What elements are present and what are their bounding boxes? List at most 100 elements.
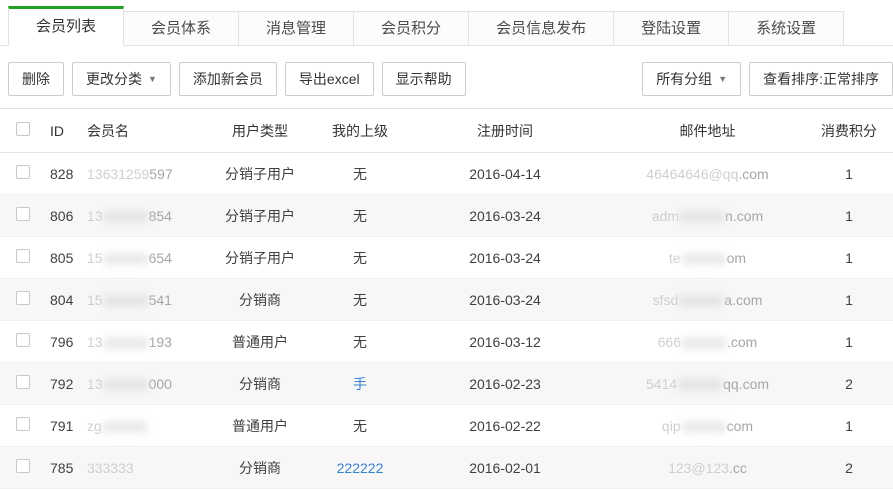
email-visible-end: .cc: [729, 460, 747, 476]
member-name-visible-end: 854: [149, 208, 172, 224]
toolbar: 删除更改分类▼ 添加新会员 导出excel 显示帮助 所有分组▼查看排序:正常排序: [0, 46, 893, 108]
cell-user-type: 普通用户: [200, 321, 320, 363]
header-id: ID: [45, 109, 85, 153]
table-row: 791 zg 普通用户 无 2016-02-22 qipcom 1: [0, 405, 893, 447]
redacted-name-blur: [104, 253, 148, 265]
member-name-visible-end: 193: [149, 334, 172, 350]
show-help-button[interactable]: 显示帮助: [382, 62, 466, 96]
tab-member-points[interactable]: 会员积分: [354, 11, 469, 46]
select-all-checkbox[interactable]: [16, 122, 30, 136]
member-name-visible-end: 000: [149, 376, 172, 392]
redacted-name-blur: [103, 421, 147, 433]
email-visible-end: n.com: [725, 208, 763, 224]
email-visible-start: 123@123: [668, 460, 729, 476]
row-checkbox[interactable]: [16, 375, 30, 389]
row-checkbox[interactable]: [16, 291, 30, 305]
email-visible-end: a.com: [724, 292, 762, 308]
all-groups-dropdown[interactable]: 所有分组▼: [642, 62, 741, 96]
cell-upline[interactable]: 手: [320, 363, 400, 405]
cell-upline: 无: [320, 321, 400, 363]
add-member-button[interactable]: 添加新会员: [179, 62, 277, 96]
member-name-visible-start: zg: [87, 418, 102, 434]
cell-upline: 无: [320, 195, 400, 237]
tab-login-settings[interactable]: 登陆设置: [614, 11, 729, 46]
cell-upline: 无: [320, 405, 400, 447]
tab-member-list[interactable]: 会员列表: [8, 6, 124, 46]
member-name-visible-start: 15: [87, 292, 103, 308]
tab-label: 会员信息发布: [496, 20, 586, 37]
member-name-visible-start: 15: [87, 250, 103, 266]
cell-reg-date: 2016-02-22: [400, 405, 610, 447]
button-label: 导出excel: [299, 71, 360, 87]
cell-points: 2: [805, 363, 893, 405]
cell-id: 828: [45, 153, 85, 195]
cell-reg-date: 2016-03-24: [400, 237, 610, 279]
header-email: 邮件地址: [610, 109, 805, 153]
table-row: 785 333333 分销商 222222 2016-02-01 123@123…: [0, 447, 893, 489]
cell-email: admn.com: [610, 195, 805, 237]
cell-member-name: 13000: [85, 363, 200, 405]
cell-email: 666.com: [610, 321, 805, 363]
row-checkbox[interactable]: [16, 459, 30, 473]
table-row: 828 13631259597 分销子用户 无 2016-04-14 46464…: [0, 153, 893, 195]
email-visible-end: .com: [738, 166, 768, 182]
email-visible-start: sfsd: [653, 292, 679, 308]
cell-member-name: 333333: [85, 447, 200, 489]
member-name-visible-start: 13: [87, 334, 103, 350]
cell-member-name: 13631259597: [85, 153, 200, 195]
cell-id: 792: [45, 363, 85, 405]
row-checkbox[interactable]: [16, 333, 30, 347]
redacted-name-blur: [104, 211, 148, 223]
delete-button[interactable]: 删除: [8, 62, 64, 96]
cell-user-type: 普通用户: [200, 405, 320, 447]
member-name-visible-end: 654: [149, 250, 172, 266]
row-checkbox[interactable]: [16, 165, 30, 179]
header-reg-date: 注册时间: [400, 109, 610, 153]
tab-member-system[interactable]: 会员体系: [124, 11, 239, 46]
tab-member-info-publish[interactable]: 会员信息发布: [469, 11, 614, 46]
tab-label: 会员积分: [381, 20, 441, 37]
cell-upline: 无: [320, 153, 400, 195]
cell-user-type: 分销子用户: [200, 237, 320, 279]
table-row: 796 13193 普通用户 无 2016-03-12 666.com 1: [0, 321, 893, 363]
cell-upline: 无: [320, 279, 400, 321]
cell-id: 804: [45, 279, 85, 321]
tab-label: 登陆设置: [641, 20, 701, 37]
cell-reg-date: 2016-04-14: [400, 153, 610, 195]
email-visible-end: qq.com: [723, 376, 769, 392]
cell-points: 1: [805, 153, 893, 195]
cell-id: 796: [45, 321, 85, 363]
table-row: 805 15654 分销子用户 无 2016-03-24 teom 1: [0, 237, 893, 279]
cell-member-name: 15 541: [85, 279, 200, 321]
change-category-dropdown[interactable]: 更改分类▼: [72, 62, 171, 96]
cell-email: 123@123.cc: [610, 447, 805, 489]
row-checkbox[interactable]: [16, 207, 30, 221]
toolbar-right: 所有分组▼查看排序:正常排序: [642, 62, 893, 96]
tab-message-management[interactable]: 消息管理: [239, 11, 354, 46]
cell-user-type: 分销商: [200, 279, 320, 321]
button-label: 添加新会员: [193, 71, 263, 87]
cell-member-name: 13854: [85, 195, 200, 237]
cell-upline[interactable]: 222222: [320, 447, 400, 489]
row-checkbox[interactable]: [16, 417, 30, 431]
cell-email: 46464646@qq.com: [610, 153, 805, 195]
email-visible-end: om: [727, 250, 746, 266]
button-label: 显示帮助: [396, 71, 452, 87]
email-visible-start: te: [669, 250, 681, 266]
cell-reg-date: 2016-03-24: [400, 279, 610, 321]
redacted-email-blur: [678, 379, 722, 391]
export-excel-button[interactable]: 导出excel: [285, 62, 374, 96]
view-sort-button[interactable]: 查看排序:正常排序: [749, 62, 893, 96]
cell-reg-date: 2016-03-12: [400, 321, 610, 363]
member-name-visible-end: 541: [149, 292, 172, 308]
cell-reg-date: 2016-02-01: [400, 447, 610, 489]
cell-member-name: zg: [85, 405, 200, 447]
table-row: 792 13000 分销商 手 2016-02-23 5414qq.com 2: [0, 363, 893, 405]
cell-email: qipcom: [610, 405, 805, 447]
cell-points: 1: [805, 237, 893, 279]
email-visible-end: .com: [727, 334, 757, 350]
tab-label: 系统设置: [756, 20, 816, 37]
row-checkbox[interactable]: [16, 249, 30, 263]
tab-system-settings[interactable]: 系统设置: [729, 11, 844, 46]
button-label: 所有分组: [656, 71, 712, 87]
